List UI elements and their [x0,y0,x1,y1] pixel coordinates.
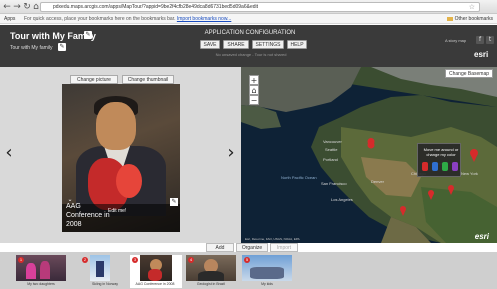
photo-red-object-2 [116,164,142,198]
thumbnail-number: 2 [82,257,88,263]
edit-icon[interactable]: ✎ [170,198,178,206]
add-button[interactable]: Add [206,243,234,252]
story-map-link[interactable]: A story map [445,38,466,43]
pin-color-purple[interactable] [452,162,458,171]
page-subtitle: Tour with My family [10,45,53,51]
thumbnail-number: 4 [188,257,194,263]
thumbnail-figure [250,267,284,279]
thumbnail-number: 1 [18,257,24,263]
save-button[interactable]: SAVE [200,40,220,49]
pin-color-blue[interactable] [432,162,438,171]
thumbnail-label: Geologist in Brazil [196,282,226,286]
carousel-item-2[interactable]: 2 Skiing in Norway [80,255,130,288]
bookmark-hint: For quick access, place your bookmarks h… [24,15,231,23]
thumbnail-figure [96,261,104,277]
import-button[interactable]: Import [270,243,298,252]
map-panel[interactable]: + ⌂ − Change Basemap Vancouver Seattle P… [241,67,497,243]
twitter-icon[interactable]: t [486,36,494,44]
star-icon[interactable]: ☆ [469,3,475,12]
thumbnail-figure [148,269,162,281]
bookmarks-bar: Apps For quick access, place your bookma… [0,14,497,24]
bookmark-hint-text: For quick access, place your bookmarks h… [24,16,176,22]
media-panel: ‹ › AAG Conference in 2008 Edit me! ✎ ⌄ … [0,67,241,243]
carousel-item-5[interactable]: 5 My kids [242,255,292,288]
map-esri-logo: esri [474,232,489,241]
folder-icon [446,16,453,21]
help-button[interactable]: HELP [287,40,307,49]
other-bookmarks-label: Other bookmarks [454,16,493,22]
edit-subtitle-icon[interactable]: ✎ [58,43,66,51]
save-status: No unsaved change - Tour is not shared [215,52,287,57]
page: ← → ↻ ⌂ pdxedu.maps.arcgis.com/apps/MapT… [0,0,497,289]
map-pin-2[interactable] [400,206,406,216]
url-text[interactable]: pdxedu.maps.arcgis.com/apps/MapTour/?app… [53,3,258,12]
carousel-item-1[interactable]: 1 My two daughters [16,255,66,288]
edit-me-label[interactable]: Edit me! [108,208,126,214]
browser-toolbar: ← → ↻ ⌂ pdxedu.maps.arcgis.com/apps/MapT… [0,0,497,14]
media-caption[interactable]: AAG Conference in 2008 [66,202,116,229]
address-bar[interactable]: pdxedu.maps.arcgis.com/apps/MapTour/?app… [40,2,480,12]
pin-color-red[interactable] [422,162,428,171]
map-pin-3-selected[interactable] [470,149,478,162]
thumbnail-label: AAG Conference in 2008 [135,282,175,286]
carousel-item-4[interactable]: 4 Geologist in Brazil [186,255,236,288]
thumbnail-label: Skiing in Norway [91,282,119,286]
thumbnail-number: 5 [244,257,250,263]
map-pin-1[interactable] [367,138,375,153]
forward-arrow-icon[interactable]: → [12,2,22,12]
back-arrow-icon[interactable]: ← [2,2,12,12]
media-picture: AAG Conference in 2008 Edit me! ✎ ⌄ [62,84,180,232]
photo-person-face [96,102,136,150]
edit-title-icon[interactable]: ✎ [84,31,92,39]
chevron-right-icon[interactable]: › [224,143,238,163]
import-bookmarks-link[interactable]: Import bookmarks now... [177,16,231,22]
pin-color-green[interactable] [442,162,448,171]
thumbnail-number: 3 [132,257,138,263]
map-pin-4[interactable] [428,190,434,200]
popup-text: Move me around or change my color [423,147,459,157]
change-picture-button[interactable]: Change picture [70,75,118,84]
builder-toolbar: Add Organize Import [0,243,497,252]
map-credit: Esri, DeLorme, FAO, USGS, NOAA, EPA [245,237,300,241]
esri-logo: esri [474,50,489,59]
map-pin-5[interactable] [448,185,454,195]
change-thumbnail-button[interactable]: Change thumbnail [122,75,174,84]
share-button[interactable]: SHARE [223,40,249,49]
facebook-icon[interactable]: f [476,36,484,44]
settings-button[interactable]: SETTINGS [252,40,284,49]
thumbnail-image [140,255,172,281]
thumbnail-figure [26,263,36,279]
thumbnail-figure [198,271,224,281]
thumbnail-carousel: 1 My two daughters 2 Skiing in Norway 3 … [0,252,497,289]
other-bookmarks[interactable]: Other bookmarks [446,15,493,23]
app-header: Tour with My Family ✎ Tour with My famil… [0,25,497,67]
page-title: Tour with My Family [10,31,96,41]
thumbnail-label: My two daughters [27,282,55,286]
chevron-down-icon[interactable]: ⌄ [66,196,74,204]
apps-button[interactable]: Apps [4,15,15,23]
thumbnail-figure [40,261,50,279]
pin-color-popup[interactable]: Move me around or change my color [417,143,461,177]
organize-button[interactable]: Organize [236,243,268,252]
thumbnail-label: My kids [261,282,273,286]
carousel-item-3-selected[interactable]: 3 AAG Conference in 2008 [130,255,182,288]
chevron-left-icon[interactable]: ‹ [2,143,16,163]
thumbnail-image [90,255,110,281]
config-title: APPLICATION CONFIGURATION [204,30,296,36]
